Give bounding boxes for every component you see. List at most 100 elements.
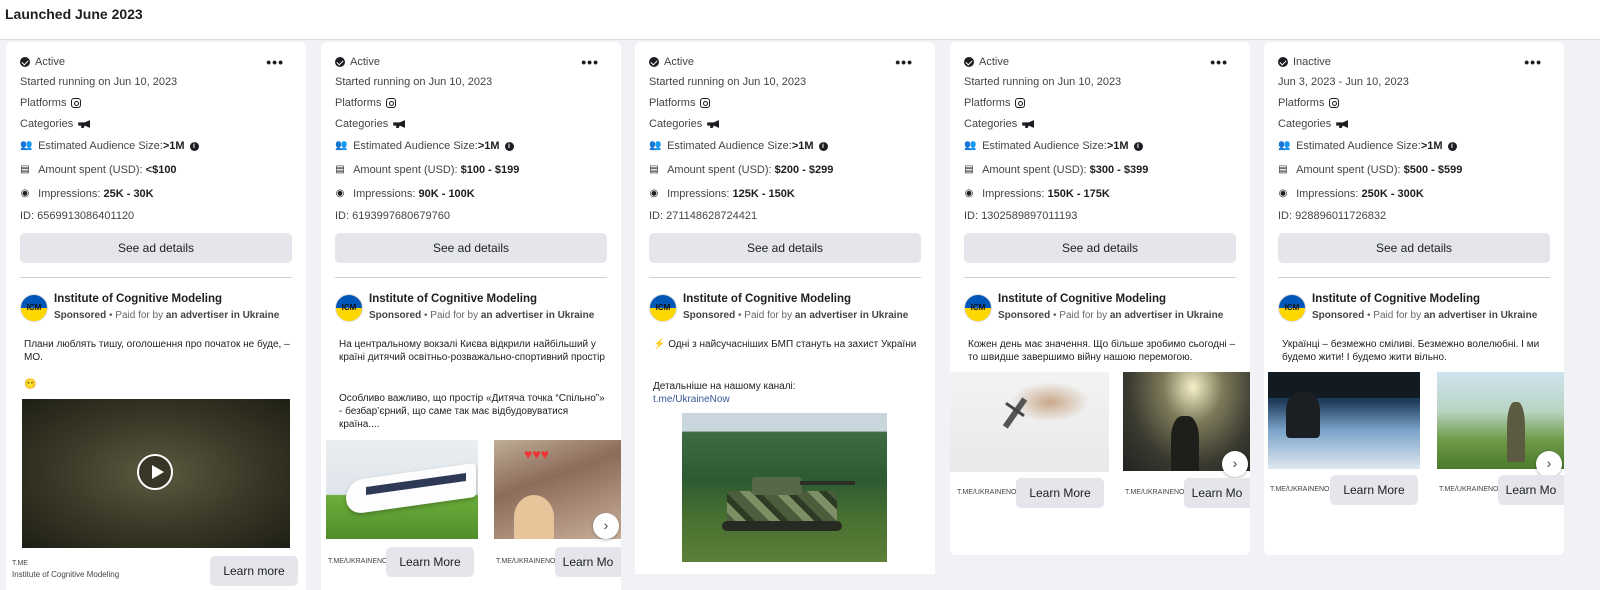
ad-text: Кожен день має значення. Що більше зроби… — [968, 339, 1236, 363]
more-options-button[interactable]: ••• — [1210, 54, 1228, 70]
status-label: Inactive — [1293, 56, 1331, 68]
info-icon[interactable]: i — [1447, 141, 1457, 151]
ad-link[interactable]: t.me/UkraineNow — [653, 393, 923, 406]
info-icon[interactable]: i — [504, 141, 514, 151]
see-ad-details-button[interactable]: See ad details — [964, 233, 1236, 263]
audience-row: 👥 Estimated Audience Size:>1M i — [649, 140, 828, 152]
amount-label: Amount spent (USD): — [38, 164, 146, 176]
amount-label: Amount spent (USD): — [1296, 164, 1404, 176]
carousel-image[interactable] — [950, 372, 1109, 472]
sponsored-line: Sponsored • Paid for by an advertiser in… — [1312, 310, 1538, 321]
ad-card: Active ••• Started running on Jun 10, 20… — [321, 42, 621, 590]
platforms-row: Platforms — [335, 97, 397, 109]
learn-more-button[interactable]: Learn Mo — [555, 547, 621, 577]
advertiser-avatar[interactable]: ICM — [964, 294, 992, 322]
audience-row: 👥 Estimated Audience Size:>1M i — [964, 140, 1143, 152]
impressions-value: 125K - 150K — [732, 188, 795, 200]
divider — [649, 277, 921, 278]
categories-row: Categories — [20, 118, 91, 130]
more-options-button[interactable]: ••• — [1524, 54, 1542, 70]
advertiser-avatar[interactable]: ICM — [335, 294, 363, 322]
advertiser-name[interactable]: Institute of Cognitive Modeling — [369, 293, 537, 305]
info-icon[interactable]: i — [818, 141, 828, 151]
impressions-row: ◉ Impressions: 25K - 30K — [20, 188, 154, 200]
carousel-image[interactable] — [326, 440, 478, 539]
link-caption: T.ME/UKRAINENO — [957, 489, 1017, 496]
page-heading: Launched June 2023 — [5, 6, 143, 22]
learn-more-button[interactable]: Learn More — [1330, 475, 1418, 505]
megaphone-icon — [707, 120, 720, 128]
info-icon[interactable]: i — [1133, 141, 1143, 151]
advertiser-name[interactable]: Institute of Cognitive Modeling — [683, 293, 851, 305]
advertiser-avatar[interactable]: ICM — [1278, 294, 1306, 322]
info-icon[interactable]: i — [189, 141, 199, 151]
status-row: Inactive — [1278, 56, 1331, 68]
more-options-button[interactable]: ••• — [266, 54, 284, 70]
audience-value: >1M — [791, 140, 814, 152]
impressions-label: Impressions: — [1296, 188, 1362, 200]
link-caption: T.ME/UKRAINENO — [1439, 486, 1499, 493]
people-icon: 👥 — [20, 140, 33, 151]
see-ad-details-button[interactable]: See ad details — [1278, 233, 1550, 263]
active-status-icon — [649, 57, 659, 67]
money-icon: ▤ — [649, 164, 659, 175]
see-ad-details-button[interactable]: See ad details — [20, 233, 292, 263]
advertiser-avatar[interactable]: ICM — [649, 294, 677, 322]
ad-text-secondary: Особливо важливо, що простір «Дитяча точ… — [339, 393, 605, 430]
impressions-value: 25K - 30K — [103, 188, 154, 200]
amount-row: ▤ Amount spent (USD): $100 - $199 — [335, 164, 519, 176]
instagram-icon — [700, 98, 711, 108]
ad-card: Active ••• Started running on Jun 10, 20… — [635, 42, 935, 590]
instagram-icon — [386, 98, 397, 108]
learn-more-button[interactable]: Learn Mo — [1184, 478, 1250, 508]
sponsored-line: Sponsored • Paid for by an advertiser in… — [683, 310, 909, 321]
status-row: Active — [649, 56, 694, 68]
inactive-status-icon — [1278, 57, 1288, 67]
audience-label: Estimated Audience Size: — [38, 140, 163, 152]
impressions-value: 250K - 300K — [1361, 188, 1424, 200]
ad-image[interactable] — [682, 413, 887, 562]
learn-more-button[interactable]: Learn Mo — [1498, 475, 1564, 505]
eye-icon: ◉ — [20, 188, 30, 199]
ad-card: Active ••• Started running on Jun 10, 20… — [6, 42, 306, 590]
learn-more-button[interactable]: Learn more — [210, 556, 298, 586]
audience-value: >1M — [162, 140, 185, 152]
see-ad-details-button[interactable]: See ad details — [649, 233, 921, 263]
ad-id: ID: 928896011726832 — [1278, 210, 1387, 222]
money-icon: ▤ — [1278, 164, 1288, 175]
carousel-image[interactable] — [1268, 372, 1420, 469]
carousel-next-button[interactable]: › — [1222, 451, 1248, 477]
learn-more-button[interactable]: Learn More — [386, 547, 474, 577]
amount-value: <$100 — [145, 164, 177, 176]
link-caption: T.ME — [12, 560, 28, 567]
run-dates: Jun 3, 2023 - Jun 10, 2023 — [1278, 76, 1409, 88]
ad-text: Українці – безмежно сміливі. Безмежно во… — [1282, 339, 1540, 363]
audience-value: >1M — [477, 140, 500, 152]
amount-label: Amount spent (USD): — [982, 164, 1090, 176]
more-options-button[interactable]: ••• — [895, 54, 913, 70]
categories-label: Categories — [649, 118, 703, 130]
see-ad-details-button[interactable]: See ad details — [335, 233, 607, 263]
more-options-button[interactable]: ••• — [581, 54, 599, 70]
advertiser-name[interactable]: Institute of Cognitive Modeling — [54, 293, 222, 305]
run-dates: Started running on Jun 10, 2023 — [20, 76, 178, 88]
carousel-next-button[interactable]: › — [1536, 451, 1562, 477]
impressions-row: ◉ Impressions: 250K - 300K — [1278, 188, 1424, 200]
status-label: Active — [350, 56, 380, 68]
ad-video[interactable] — [22, 399, 290, 548]
advertiser-name[interactable]: Institute of Cognitive Modeling — [1312, 293, 1480, 305]
carousel-next-button[interactable]: › — [593, 513, 619, 539]
categories-label: Categories — [20, 118, 74, 130]
categories-row: Categories — [1278, 118, 1349, 130]
impressions-label: Impressions: — [667, 188, 733, 200]
advertiser-name[interactable]: Institute of Cognitive Modeling — [998, 293, 1166, 305]
play-icon[interactable] — [137, 454, 173, 490]
audience-row: 👥 Estimated Audience Size:>1M i — [335, 140, 514, 152]
advertiser-avatar[interactable]: ICM — [20, 294, 48, 322]
link-caption: T.ME/UKRAINENO — [1125, 489, 1185, 496]
run-dates: Started running on Jun 10, 2023 — [649, 76, 807, 88]
status-label: Active — [35, 56, 65, 68]
learn-more-button[interactable]: Learn More — [1016, 478, 1104, 508]
categories-label: Categories — [964, 118, 1018, 130]
audience-value: >1M — [1106, 140, 1129, 152]
